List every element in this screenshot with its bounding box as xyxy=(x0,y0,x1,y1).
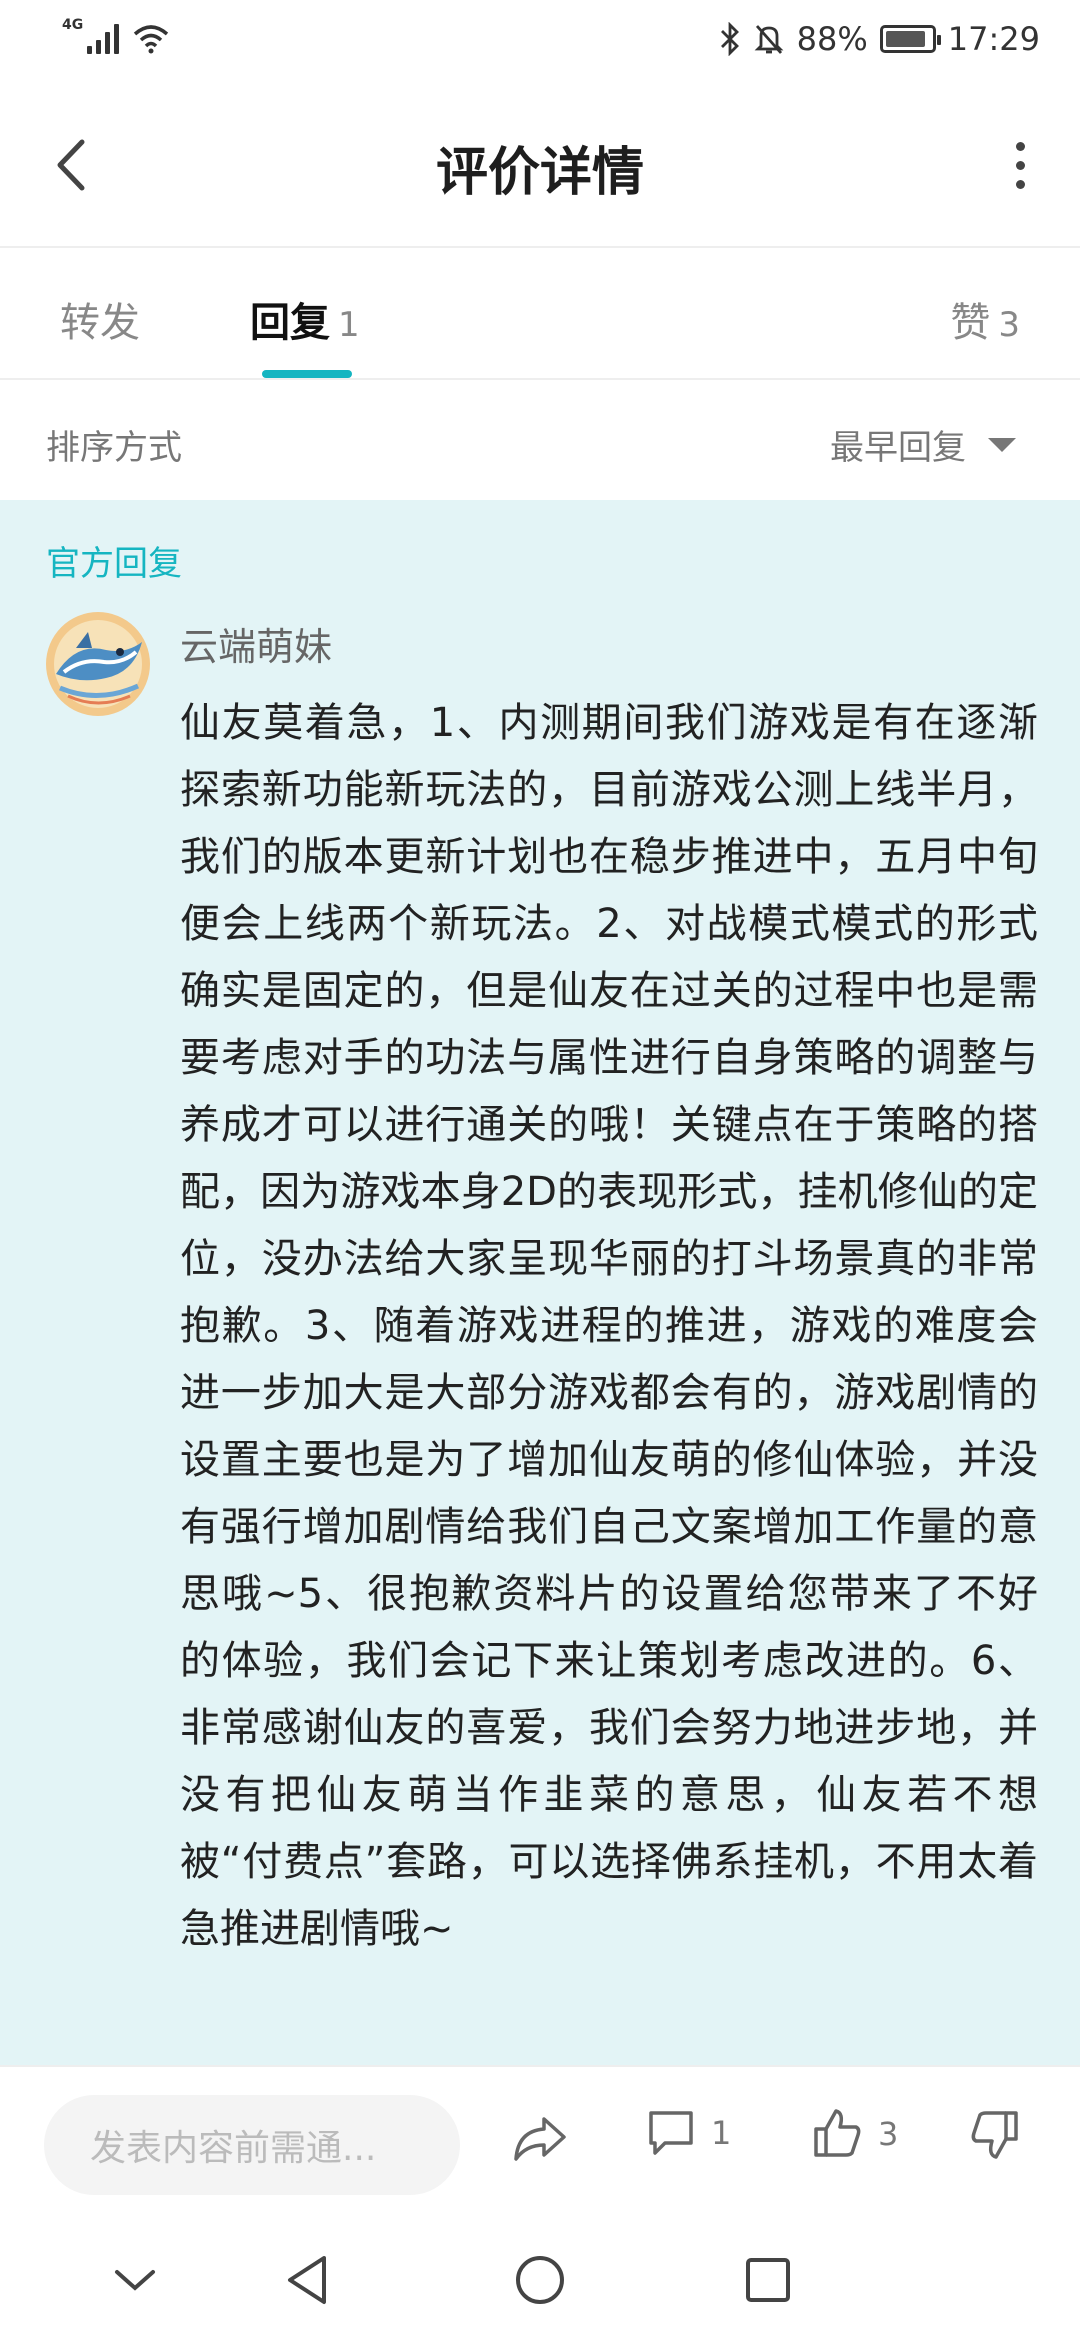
app-header: 评价详情 xyxy=(0,80,1080,248)
active-tab-indicator xyxy=(262,370,352,378)
comment-button[interactable]: 1 xyxy=(645,2107,731,2159)
status-bar: 4G 88% 17:29 xyxy=(0,0,1080,80)
like-button[interactable]: 3 xyxy=(810,2107,898,2161)
caret-down-icon xyxy=(988,437,1016,452)
network-type: 4G xyxy=(62,17,84,33)
tab-reply[interactable]: 回复 1 xyxy=(250,290,360,348)
square-recents-icon xyxy=(746,2258,790,2302)
more-dot-icon xyxy=(1015,141,1025,151)
battery-icon xyxy=(879,25,941,53)
tab-like[interactable]: 赞3 xyxy=(950,290,1020,348)
tab-label: 转发 xyxy=(60,300,140,346)
page-title: 评价详情 xyxy=(435,143,644,203)
nav-hide-button[interactable] xyxy=(95,2245,175,2315)
system-navigation-bar xyxy=(0,2225,1080,2340)
chevron-down-icon xyxy=(115,2270,155,2291)
compose-input[interactable]: 发表内容前需通... xyxy=(44,2095,460,2195)
avatar-image xyxy=(46,612,150,716)
status-left: 4G xyxy=(62,18,169,54)
battery-percent: 88% xyxy=(796,20,868,58)
reply-author[interactable]: 云端萌妹 xyxy=(180,616,332,671)
tab-label: 回复 xyxy=(250,300,330,346)
compose-placeholder: 发表内容前需通... xyxy=(90,2128,377,2169)
sort-bar: 排序方式 最早回复 xyxy=(0,380,1080,500)
wifi-icon xyxy=(134,25,169,54)
tab-bar: 转发 回复 1 赞3 xyxy=(0,248,1080,380)
triangle-back-icon xyxy=(288,2256,326,2304)
sort-dropdown[interactable]: 最早回复 xyxy=(830,420,1016,469)
reply-content: 仙友莫着急，1、内测期间我们游戏是有在逐渐探索新功能新玩法的，目前游戏公测上线半… xyxy=(180,700,1038,1952)
sort-label: 排序方式 xyxy=(46,428,182,468)
official-reply-label: 官方回复 xyxy=(46,544,182,584)
more-dot-icon xyxy=(1015,179,1025,189)
clock: 17:29 xyxy=(947,20,1040,58)
mute-icon xyxy=(754,25,784,54)
more-options-button[interactable] xyxy=(990,130,1050,200)
bottom-action-bar: 发表内容前需通... 1 3 xyxy=(0,2065,1080,2225)
tab-label: 赞 xyxy=(950,300,991,346)
circle-home-icon xyxy=(516,2256,564,2304)
more-dot-icon xyxy=(1015,160,1025,170)
tab-forward[interactable]: 转发 xyxy=(60,290,140,348)
comment-count: 1 xyxy=(711,2114,732,2152)
tab-count: 1 xyxy=(338,305,360,345)
bluetooth-icon xyxy=(720,22,739,56)
status-right: 88% 17:29 xyxy=(719,20,1040,58)
share-button[interactable] xyxy=(510,2107,570,2167)
avatar[interactable] xyxy=(46,612,150,716)
signal-icon xyxy=(87,18,120,54)
thumbs-up-icon xyxy=(814,2109,861,2157)
dislike-button[interactable] xyxy=(968,2107,1022,2161)
tab-count: 3 xyxy=(998,305,1020,345)
sort-selected-value: 最早回复 xyxy=(830,428,966,468)
share-icon xyxy=(514,2117,566,2161)
like-count: 3 xyxy=(878,2115,899,2153)
nav-recents-button[interactable] xyxy=(728,2245,808,2315)
thumbs-down-icon xyxy=(971,2111,1018,2159)
nav-back-button[interactable] xyxy=(268,2245,348,2315)
comment-icon xyxy=(649,2111,693,2155)
nav-home-button[interactable] xyxy=(500,2245,580,2315)
official-reply-section: 官方回复 云端萌妹 仙友莫着急，1、内测期间我们游戏是有在逐渐探索新功能新玩法的… xyxy=(0,500,1080,2065)
